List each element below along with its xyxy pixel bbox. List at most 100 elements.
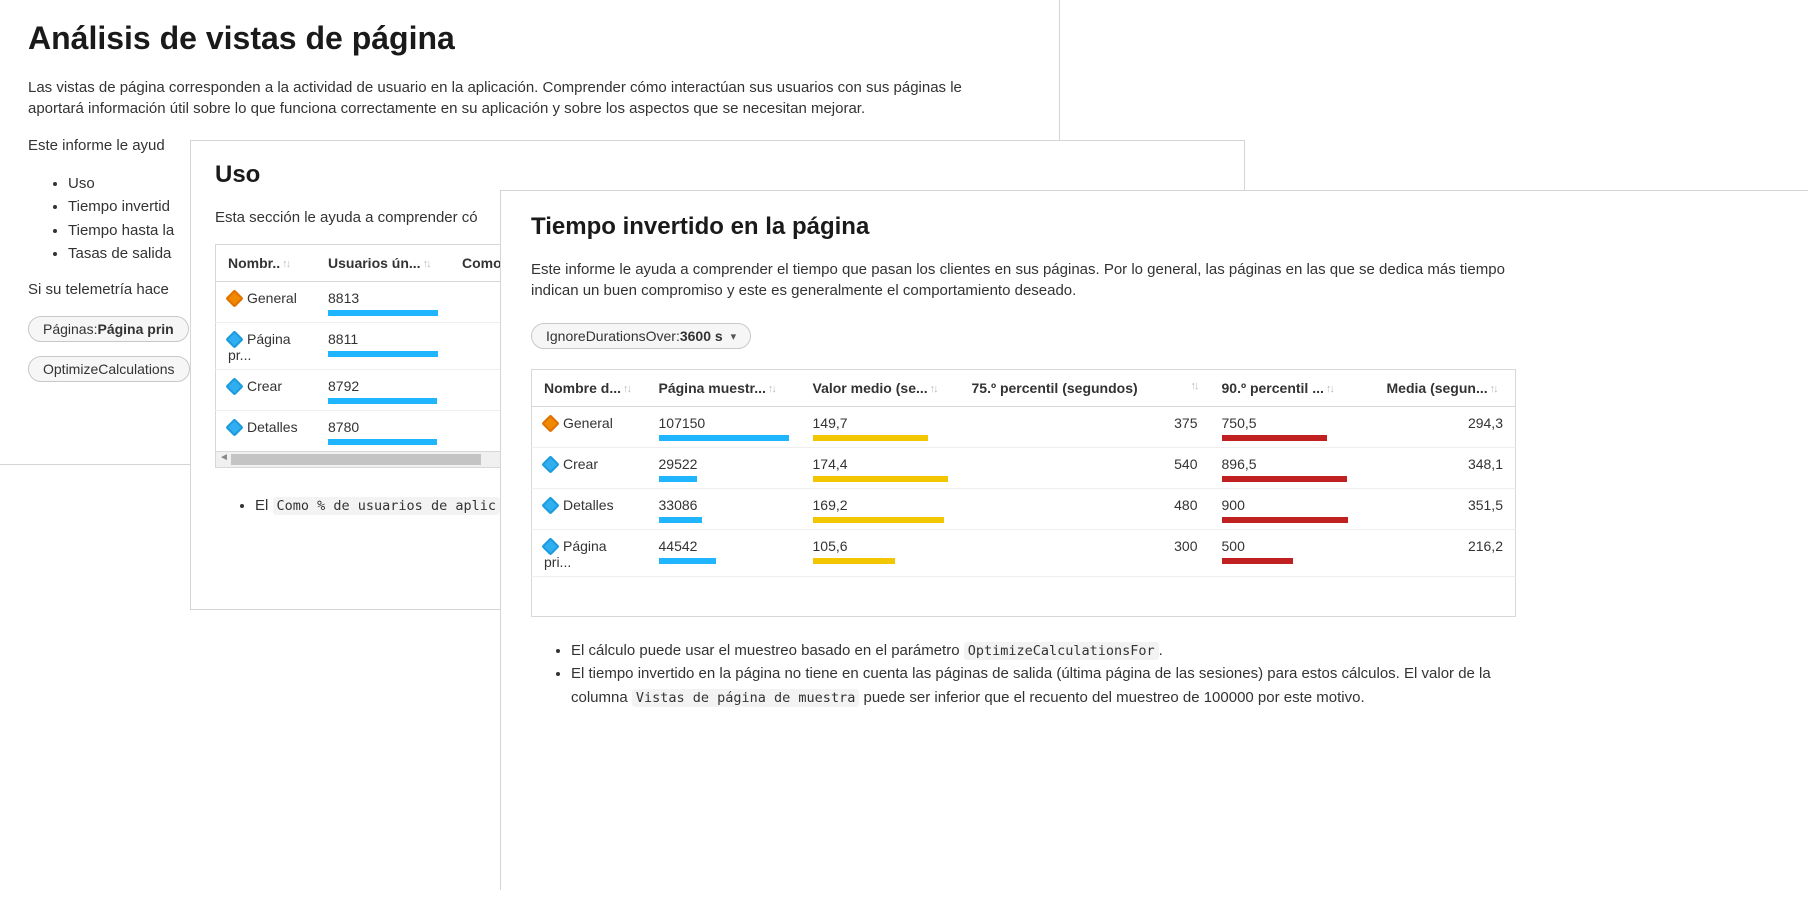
row-users: 8811: [328, 331, 358, 347]
row-median: 348,1: [1468, 456, 1503, 472]
row-mean: 174,4: [813, 456, 848, 472]
tiempo-title: Tiempo invertido en la página: [531, 213, 1778, 241]
col-sample[interactable]: Página muestr...↑↓: [647, 370, 801, 407]
optimize-calculations-pill[interactable]: OptimizeCalculations: [28, 356, 190, 382]
page-title: Análisis de vistas de página: [28, 20, 1031, 57]
row-sample: 29522: [659, 456, 698, 472]
series-marker-icon: [541, 496, 559, 514]
bar-indicator: [1222, 517, 1348, 523]
bar-indicator: [659, 435, 789, 441]
table-row[interactable]: Página pr...8811: [216, 323, 531, 370]
bar-indicator: [813, 517, 944, 523]
code-text: Como % de usuarios de aplic: [273, 497, 500, 515]
code-text: Vistas de página de muestra: [632, 689, 859, 707]
sort-icon: ↑↓: [282, 258, 289, 270]
bar-indicator: [659, 517, 702, 523]
col-name[interactable]: Nombre d...↑↓: [532, 370, 647, 407]
sort-icon: ↑↓: [623, 383, 630, 395]
series-marker-icon: [541, 537, 559, 555]
row-p90: 900: [1222, 497, 1245, 513]
pill-value: Página prin: [97, 321, 173, 337]
row-p75: 540: [1174, 456, 1197, 472]
col-users[interactable]: Usuarios ún...↑↓: [316, 245, 450, 282]
row-name: Crear: [247, 378, 282, 394]
sort-icon: ↑↓: [1490, 383, 1497, 395]
sort-icon: ↑↓: [768, 383, 775, 395]
series-marker-icon: [225, 418, 243, 436]
table-row[interactable]: Detalles 8780: [216, 411, 531, 452]
bar-indicator: [1222, 558, 1293, 564]
bar-indicator: [659, 558, 716, 564]
row-mean: 149,7: [813, 415, 848, 431]
table-row[interactable]: General 107150 149,7 375 750,5 294,3: [532, 407, 1516, 448]
bar-indicator: [328, 439, 437, 445]
bar-indicator: [1222, 435, 1327, 441]
tiempo-note-2: El tiempo invertido en la página no tien…: [571, 662, 1531, 709]
sort-icon: ↑↓: [423, 258, 430, 270]
row-users: 8792: [328, 378, 359, 394]
pill-label: IgnoreDurationsOver:: [546, 328, 680, 344]
row-users: 8813: [328, 290, 359, 306]
table-row[interactable]: Página pri...44542105,6300500216,2: [532, 530, 1516, 577]
bar-indicator: [328, 398, 437, 404]
chevron-down-icon: ▾: [731, 330, 737, 343]
row-median: 351,5: [1468, 497, 1503, 513]
tiempo-intro: Este informe le ayuda a comprender el ti…: [531, 259, 1531, 301]
row-p75: 480: [1174, 497, 1197, 513]
row-name: Detalles: [563, 497, 614, 513]
row-name: General: [247, 290, 297, 306]
col-name[interactable]: Nombr..↑↓: [216, 245, 317, 282]
row-p90: 750,5: [1222, 415, 1257, 431]
bar-indicator: [1222, 476, 1347, 482]
table-row[interactable]: Detalles 33086 169,2 480 900 351,5: [532, 489, 1516, 530]
bar-indicator: [813, 435, 928, 441]
row-p90: 500: [1222, 538, 1245, 554]
sort-icon: ↑↓: [1191, 380, 1198, 392]
row-name: General: [563, 415, 613, 431]
table-row[interactable]: General 8813: [216, 282, 531, 323]
series-marker-icon: [541, 455, 559, 473]
row-mean: 169,2: [813, 497, 848, 513]
col-p75[interactable]: 75.º percentil (segundos)↑↓: [960, 370, 1210, 407]
row-mean: 105,6: [813, 538, 848, 554]
row-sample: 33086: [659, 497, 698, 513]
uso-table: Nombr..↑↓ Usuarios ún...↑↓ Como % Genera…: [215, 244, 531, 452]
series-marker-icon: [225, 377, 243, 395]
sort-icon: ↑↓: [930, 383, 937, 395]
row-median: 216,2: [1468, 538, 1503, 554]
series-marker-icon: [541, 414, 559, 432]
pill-value: 3600 s: [680, 328, 723, 344]
col-mean[interactable]: Valor medio (se...↑↓: [801, 370, 960, 407]
bar-indicator: [813, 558, 895, 564]
tiempo-note-1: El cálculo puede usar el muestreo basado…: [571, 639, 1531, 662]
row-sample: 107150: [659, 415, 706, 431]
code-text: OptimizeCalculationsFor: [964, 642, 1159, 660]
ignore-durations-pill[interactable]: IgnoreDurationsOver: 3600 s ▾: [531, 323, 751, 349]
table-row[interactable]: Crear 8792: [216, 370, 531, 411]
series-marker-icon: [225, 330, 243, 348]
bar-indicator: [328, 351, 438, 357]
row-sample: 44542: [659, 538, 698, 554]
row-p75: 375: [1174, 415, 1197, 431]
row-p75: 300: [1174, 538, 1197, 554]
intro-text: Las vistas de página corresponden a la a…: [28, 77, 1018, 119]
sort-icon: ↑↓: [1326, 383, 1333, 395]
pages-filter-pill[interactable]: Páginas: Página prin: [28, 316, 189, 342]
col-p90[interactable]: 90.º percentil ...↑↓: [1210, 370, 1375, 407]
pill-label: OptimizeCalculations: [43, 361, 175, 377]
col-median[interactable]: Media (segun...↑↓: [1375, 370, 1516, 407]
row-median: 294,3: [1468, 415, 1503, 431]
table-row[interactable]: Crear 29522 174,4 540 896,5 348,1: [532, 448, 1516, 489]
horizontal-scrollbar[interactable]: [215, 452, 531, 468]
tiempo-panel: Tiempo invertido en la página Este infor…: [500, 190, 1808, 890]
bar-indicator: [813, 476, 948, 482]
pill-label: Páginas:: [43, 321, 97, 337]
row-p90: 896,5: [1222, 456, 1257, 472]
row-users: 8780: [328, 419, 359, 435]
row-name: Crear: [563, 456, 598, 472]
bar-indicator: [659, 476, 697, 482]
row-name: Detalles: [247, 419, 298, 435]
series-marker-icon: [225, 289, 243, 307]
tiempo-table: Nombre d...↑↓ Página muestr...↑↓ Valor m…: [531, 369, 1516, 617]
uso-title: Uso: [215, 161, 1220, 189]
